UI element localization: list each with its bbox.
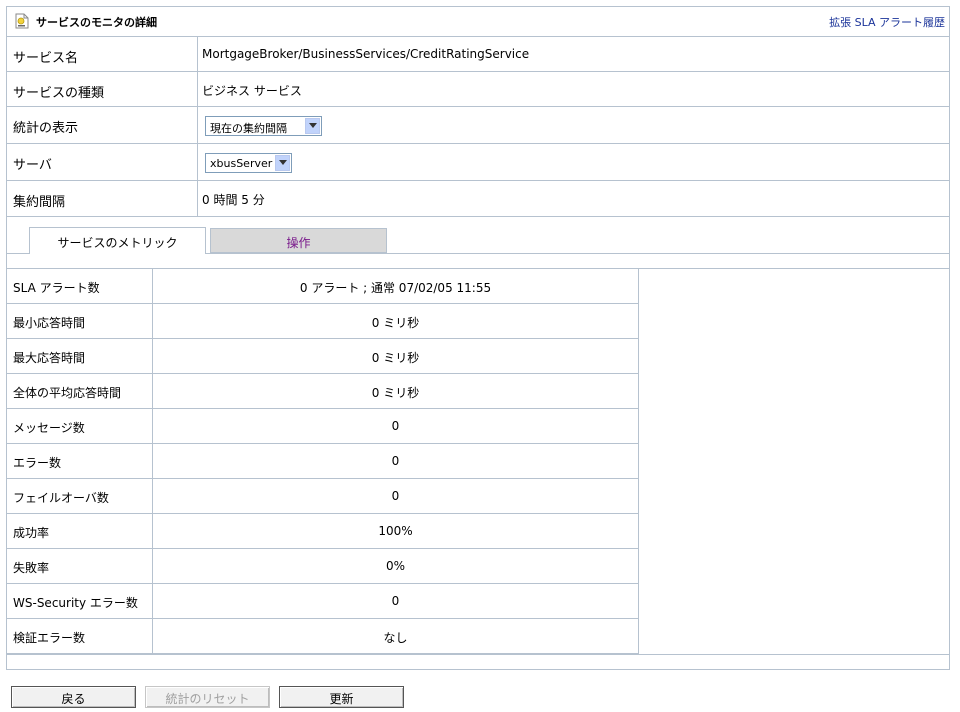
service-name-value: MortgageBroker/BusinessServices/CreditRa… [202,47,530,61]
metric-row: SLA アラート数 0 アラート ; 通常 07/02/05 11:55 [7,269,638,304]
divider [197,181,198,216]
stats-display-select[interactable]: 現在の集約間隔 [205,116,322,136]
server-selected: xbusServer [210,157,273,170]
metric-row: 検証エラー数 なし [7,619,638,654]
metric-label: 検証エラー数 [13,631,86,645]
metric-value: 100% [378,524,413,538]
metric-label: WS-Security エラー数 [13,596,138,610]
metric-row: 最大応答時間 0 ミリ秒 [7,339,638,374]
chevron-down-icon[interactable] [275,155,290,171]
tab-bar: サービスのメトリック 操作 [7,218,949,254]
aggregation-interval-value: 0 時間 5 分 [202,193,265,207]
metric-value: 0% [385,559,406,573]
divider [197,37,198,71]
metric-value: 0 [391,594,400,608]
back-button[interactable]: 戻る [11,686,136,708]
metric-row: WS-Security エラー数 0 [7,584,638,619]
divider [197,72,198,106]
metric-row: フェイルオーバ数 0 [7,479,638,514]
tab-service-metrics[interactable]: サービスのメトリック [29,227,206,254]
metric-label: 全体の平均応答時間 [13,386,122,400]
reset-statistics-button[interactable]: 統計のリセット [145,686,270,708]
divider [197,144,198,180]
metric-row: エラー数 0 [7,444,638,479]
divider [197,107,198,143]
metric-value: 0 ミリ秒 [371,316,420,330]
metric-value: 0 アラート ; 通常 07/02/05 11:55 [299,281,492,295]
metric-label: エラー数 [13,456,62,470]
metric-value: なし [383,631,408,645]
metric-value: 0 [391,419,400,433]
metric-label: 成功率 [13,526,50,540]
metric-value: 0 ミリ秒 [371,386,420,400]
chevron-down-icon[interactable] [305,118,320,134]
service-type-value: ビジネス サービス [202,84,302,98]
service-name-label: サービス名 [13,51,79,66]
divider [7,654,949,655]
panel-header: サービスのモニタの詳細 拡張 SLA アラート履歴 [7,7,949,37]
server-select[interactable]: xbusServer [205,153,292,173]
stats-display-label: 統計の表示 [13,121,79,136]
aggregation-interval-row: 集約間隔 0 時間 5 分 [7,181,949,217]
stats-display-row: 統計の表示 現在の集約間隔 [7,107,949,144]
metric-row: 失敗率 0% [7,549,638,584]
stats-display-selected: 現在の集約間隔 [210,122,287,135]
metrics-table: SLA アラート数 0 アラート ; 通常 07/02/05 11:55 最小応答時… [7,269,639,654]
metric-row: 成功率 100% [7,514,638,549]
document-icon [15,13,29,32]
metric-row: 全体の平均応答時間 0 ミリ秒 [7,374,638,409]
aggregation-interval-label: 集約間隔 [13,195,66,210]
tab-operations[interactable]: 操作 [210,228,387,253]
metric-label: フェイルオーバ数 [13,491,109,505]
service-type-label: サービスの種類 [13,86,105,101]
server-row: サーバ xbusServer [7,144,949,181]
service-type-row: サービスの種類 ビジネス サービス [7,72,949,107]
page-title: サービスのモニタの詳細 [36,16,157,29]
server-label: サーバ [13,158,52,173]
monitor-panel: サービスのモニタの詳細 拡張 SLA アラート履歴 サービス名 Mortgage… [6,6,950,670]
metric-label: 最大応答時間 [13,351,86,365]
metric-label: 失敗率 [13,561,50,575]
sla-alert-history-link[interactable]: 拡張 SLA アラート履歴 [829,14,945,30]
metric-row: メッセージ数 0 [7,409,638,444]
metric-row: 最小応答時間 0 ミリ秒 [7,304,638,339]
refresh-button[interactable]: 更新 [279,686,404,708]
metric-value: 0 [391,489,400,503]
metric-value: 0 ミリ秒 [371,351,420,365]
service-name-row: サービス名 MortgageBroker/BusinessServices/Cr… [7,37,949,72]
metric-label: SLA アラート数 [13,281,100,295]
metric-value: 0 [391,454,400,468]
metric-label: 最小応答時間 [13,316,86,330]
metric-label: メッセージ数 [13,421,85,435]
